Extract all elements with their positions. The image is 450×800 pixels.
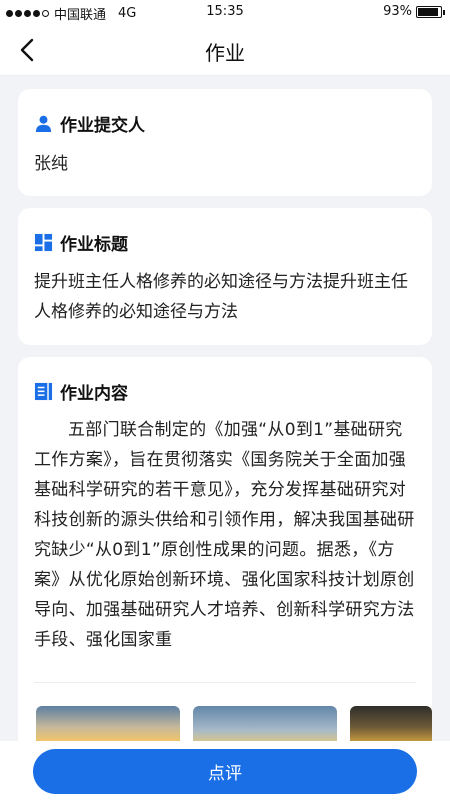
submitter-header: 作业提交人 (34, 111, 145, 136)
homework-content-text: 五部门联合制定的《加强“从0到1”基础研究工作方案》，旨在贯彻落实《国务院关于全… (34, 420, 415, 650)
battery-icon (416, 5, 445, 18)
submitter-label: 作业提交人 (60, 116, 145, 136)
navigation-bar: 作业 (0, 24, 450, 76)
bottom-bar: 点评 (0, 741, 450, 800)
content-divider (34, 682, 416, 683)
homework-title-header: 作业标题 (34, 230, 128, 255)
person-icon (35, 115, 52, 133)
review-button[interactable]: 点评 (33, 749, 417, 794)
submitter-name: 张纯 (34, 154, 68, 174)
battery-percent: 93% (383, 4, 412, 19)
homework-title-label: 作业标题 (60, 235, 128, 255)
page-title: 作业 (205, 41, 245, 65)
status-right: 93% (383, 4, 445, 19)
battery-fill (418, 7, 439, 16)
grid-icon (34, 233, 53, 252)
homework-content-header: 作业内容 (34, 379, 128, 404)
homework-title-card: 作业标题 提升班主任人格修养的必知途径与方法提升班主任人格修养的必知途径与方法 (18, 208, 432, 345)
homework-content-label: 作业内容 (60, 384, 128, 404)
status-bar: 中国联通 4G 15:35 93% (0, 0, 450, 24)
document-icon (34, 382, 53, 401)
homework-content-card: 作业内容 五部门联合制定的《加强“从0到1”基础研究工作方案》，旨在贯彻落实《国… (18, 357, 432, 757)
submitter-card: 作业提交人 张纯 (18, 89, 432, 196)
homework-title-text: 提升班主任人格修养的必知途径与方法提升班主任人格修养的必知途径与方法 (34, 272, 408, 322)
